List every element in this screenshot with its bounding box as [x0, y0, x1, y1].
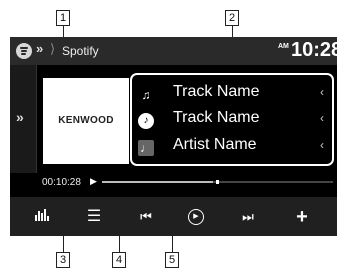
next-button[interactable]: ⏭	[228, 205, 268, 229]
callout-1: 1	[56, 10, 70, 26]
chevron-left-icon: ‹	[320, 138, 324, 152]
list-icon: ☰	[86, 208, 102, 225]
add-icon: +	[296, 206, 308, 228]
chevron-left-icon: ‹	[320, 85, 324, 99]
clock-time: 10:28	[291, 39, 337, 61]
play-status-icon: ▶	[90, 176, 97, 186]
clock-ampm: AM	[278, 43, 289, 50]
equalizer-button[interactable]	[22, 205, 62, 229]
source-name: Spotify	[62, 44, 99, 58]
double-chevron-right-icon: »	[16, 109, 24, 125]
track-info-row[interactable]: ♪ Track Name ‹	[134, 107, 330, 135]
previous-button[interactable]: ⏮	[126, 205, 166, 229]
play-icon: ▶	[188, 208, 204, 225]
chevron-left-icon: ‹	[320, 111, 324, 125]
breadcrumb-separator-icon: ⟩	[50, 41, 56, 56]
artist-name-text: Artist Name	[173, 136, 257, 153]
track-name-text: Track Name	[173, 83, 260, 100]
callout-4: 4	[112, 252, 126, 268]
album-icon: ♪	[138, 113, 154, 129]
play-button[interactable]: ▶	[176, 205, 216, 229]
progress-fill	[102, 181, 213, 183]
music-note-icon: ♫	[141, 88, 151, 102]
control-bar: ☰ ⏮ ▶ ⏭ +	[10, 197, 337, 236]
album-name-text: Track Name	[173, 109, 260, 126]
callout-5: 5	[165, 252, 179, 268]
callout-3: 3	[56, 252, 70, 268]
album-art-brand: KENWOOD	[58, 115, 114, 126]
chevron-right-icon[interactable]: »	[36, 41, 43, 56]
previous-icon: ⏮	[140, 209, 152, 224]
progress-bar[interactable]	[102, 180, 333, 184]
side-menu-tab[interactable]: »	[10, 65, 37, 173]
track-info-row[interactable]: ♩ Artist Name ‹	[134, 134, 330, 162]
list-button[interactable]: ☰	[74, 205, 114, 229]
add-button[interactable]: +	[282, 205, 322, 229]
elapsed-time: 00:10:28	[42, 177, 81, 188]
head-unit-screen: » ⟩ Spotify AM 10:28 » KENWOOD ♫ Track N…	[10, 37, 337, 236]
track-info-row[interactable]: ♫ Track Name ‹	[134, 81, 330, 109]
next-icon: ⏭	[242, 209, 254, 224]
equalizer-icon	[35, 209, 49, 221]
album-art: KENWOOD	[43, 78, 129, 164]
top-bar: » ⟩ Spotify AM 10:28	[10, 37, 337, 65]
artist-icon: ♩	[138, 140, 154, 156]
callout-2: 2	[225, 10, 239, 26]
spotify-icon[interactable]	[16, 43, 32, 59]
progress-marker	[216, 180, 219, 184]
